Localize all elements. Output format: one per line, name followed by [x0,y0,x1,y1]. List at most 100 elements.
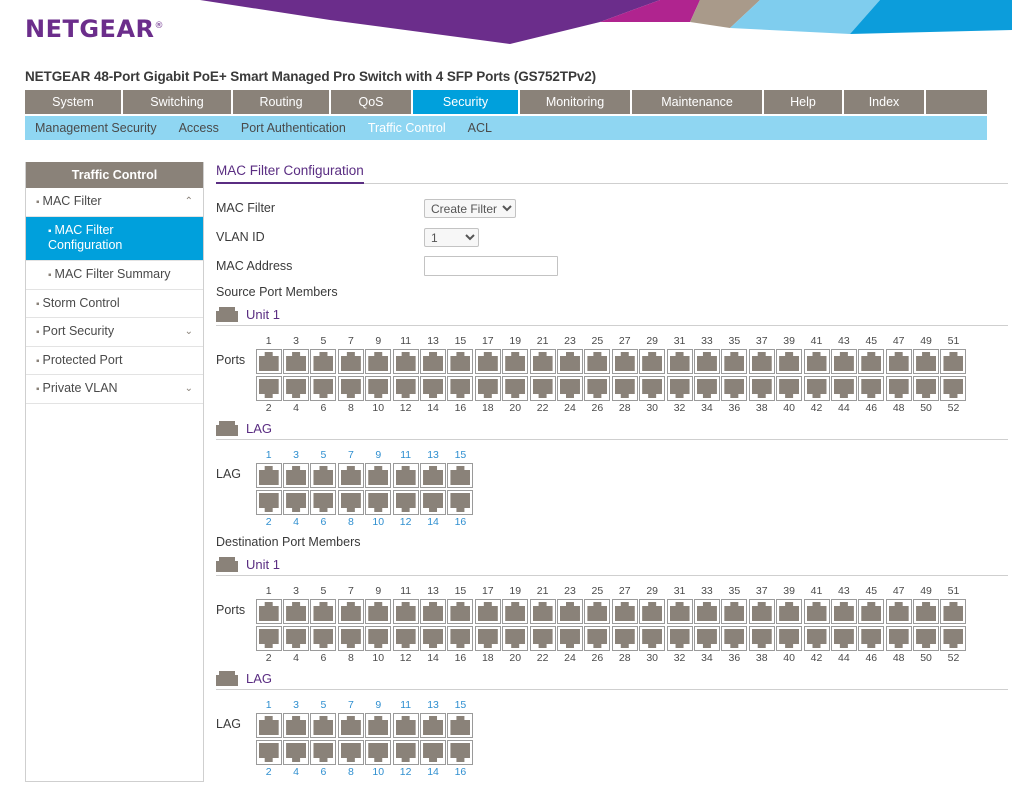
port-checkbox-20[interactable] [502,376,529,401]
chevron-up-icon[interactable]: ⌃ [185,196,193,209]
port-checkbox-19[interactable] [502,349,529,374]
port-checkbox-17[interactable] [474,599,501,624]
vlan-id-select[interactable]: 1 [424,227,479,247]
port-checkbox-3[interactable] [283,599,310,624]
sidebar-item-mac-filter-configuration[interactable]: ▪ MAC Filter Configuration [26,216,203,261]
port-checkbox-34[interactable] [693,626,720,651]
port-checkbox-8[interactable] [337,490,364,515]
port-checkbox-11[interactable] [392,349,419,374]
port-checkbox-23[interactable] [556,349,583,374]
port-checkbox-6[interactable] [310,740,337,765]
port-checkbox-16[interactable] [447,376,474,401]
port-checkbox-35[interactable] [721,599,748,624]
port-checkbox-38[interactable] [748,376,775,401]
port-checkbox-33[interactable] [693,599,720,624]
port-checkbox-8[interactable] [337,376,364,401]
port-checkbox-1[interactable] [255,713,282,738]
port-checkbox-11[interactable] [392,463,419,488]
port-checkbox-40[interactable] [776,626,803,651]
nav-tab-qos[interactable]: QoS [331,90,411,114]
port-checkbox-39[interactable] [776,599,803,624]
port-checkbox-42[interactable] [803,376,830,401]
port-checkbox-46[interactable] [858,376,885,401]
port-checkbox-14[interactable] [420,740,447,765]
nav-tab-routing[interactable]: Routing [233,90,329,114]
port-checkbox-4[interactable] [283,376,310,401]
port-checkbox-1[interactable] [255,599,282,624]
port-checkbox-18[interactable] [474,376,501,401]
port-checkbox-2[interactable] [255,626,282,651]
port-checkbox-10[interactable] [365,626,392,651]
mac-filter-select[interactable]: Create Filter [424,198,516,218]
port-checkbox-7[interactable] [337,349,364,374]
port-checkbox-30[interactable] [639,626,666,651]
port-checkbox-1[interactable] [255,349,282,374]
port-checkbox-15[interactable] [447,463,474,488]
port-checkbox-30[interactable] [639,376,666,401]
port-checkbox-26[interactable] [584,376,611,401]
port-checkbox-52[interactable] [940,376,967,401]
port-checkbox-35[interactable] [721,349,748,374]
port-checkbox-6[interactable] [310,490,337,515]
port-checkbox-5[interactable] [310,599,337,624]
port-checkbox-48[interactable] [885,376,912,401]
port-checkbox-4[interactable] [283,740,310,765]
port-checkbox-31[interactable] [666,599,693,624]
nav-tab-maintenance[interactable]: Maintenance [632,90,762,114]
nav-tab-help[interactable]: Help [764,90,842,114]
port-checkbox-2[interactable] [255,740,282,765]
sidebar-item-private-vlan[interactable]: ▪ Private VLAN ⌄ [26,375,203,404]
port-checkbox-4[interactable] [283,626,310,651]
port-checkbox-22[interactable] [529,626,556,651]
sidebar-item-protected-port[interactable]: ▪ Protected Port [26,347,203,376]
sidebar-item-mac-filter[interactable]: ▪ MAC Filter ⌃ [26,188,203,217]
port-checkbox-9[interactable] [365,349,392,374]
sidebar-item-mac-filter-summary[interactable]: ▪ MAC Filter Summary [26,261,203,290]
port-checkbox-27[interactable] [611,349,638,374]
port-checkbox-3[interactable] [283,349,310,374]
port-checkbox-8[interactable] [337,626,364,651]
port-checkbox-44[interactable] [830,626,857,651]
subnav-access[interactable]: Access [179,121,219,135]
port-checkbox-47[interactable] [885,599,912,624]
port-checkbox-5[interactable] [310,463,337,488]
port-checkbox-18[interactable] [474,626,501,651]
port-checkbox-51[interactable] [940,349,967,374]
port-checkbox-39[interactable] [776,349,803,374]
port-checkbox-2[interactable] [255,376,282,401]
port-checkbox-27[interactable] [611,599,638,624]
port-checkbox-45[interactable] [858,349,885,374]
port-checkbox-14[interactable] [420,376,447,401]
subnav-management-security[interactable]: Management Security [35,121,157,135]
subnav-port-authentication[interactable]: Port Authentication [241,121,346,135]
port-checkbox-7[interactable] [337,599,364,624]
port-checkbox-25[interactable] [584,599,611,624]
port-checkbox-6[interactable] [310,626,337,651]
port-checkbox-16[interactable] [447,490,474,515]
port-checkbox-24[interactable] [556,626,583,651]
port-checkbox-17[interactable] [474,349,501,374]
port-checkbox-22[interactable] [529,376,556,401]
port-checkbox-26[interactable] [584,626,611,651]
port-checkbox-9[interactable] [365,463,392,488]
port-checkbox-42[interactable] [803,626,830,651]
port-checkbox-44[interactable] [830,376,857,401]
subnav-traffic-control[interactable]: Traffic Control [368,121,446,135]
port-checkbox-5[interactable] [310,713,337,738]
chevron-down-icon[interactable]: ⌄ [185,383,193,396]
mac-address-input[interactable] [424,256,558,276]
port-checkbox-11[interactable] [392,599,419,624]
port-checkbox-28[interactable] [611,626,638,651]
port-checkbox-2[interactable] [255,490,282,515]
port-checkbox-10[interactable] [365,490,392,515]
port-checkbox-45[interactable] [858,599,885,624]
port-checkbox-5[interactable] [310,349,337,374]
port-checkbox-14[interactable] [420,626,447,651]
port-checkbox-7[interactable] [337,463,364,488]
port-checkbox-33[interactable] [693,349,720,374]
port-checkbox-36[interactable] [721,376,748,401]
port-checkbox-49[interactable] [913,349,940,374]
chevron-down-icon[interactable]: ⌄ [185,326,193,339]
nav-tab-switching[interactable]: Switching [123,90,231,114]
port-checkbox-28[interactable] [611,376,638,401]
